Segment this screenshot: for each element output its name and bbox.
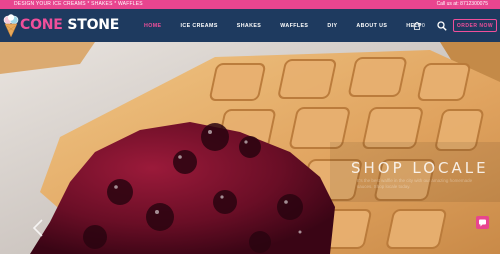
chat-icon: [479, 219, 486, 227]
logo-word-stone: STONE: [62, 17, 120, 33]
nav-item-diy[interactable]: DIY: [327, 23, 337, 29]
chat-button[interactable]: [476, 216, 489, 229]
shopping-bag-icon: [413, 21, 421, 30]
search-icon[interactable]: [437, 20, 447, 31]
hero-title: SHOP LOCALE: [351, 159, 489, 177]
tagline: DESIGN YOUR ICE CREAMS * SHAKES * WAFFLE…: [14, 1, 143, 7]
main-navigation: CONE STONE HOME ICE CREAMS SHAKES WAFFLE…: [0, 9, 500, 42]
order-now-button[interactable]: ORDER NOW: [453, 19, 497, 32]
top-announcement-bar: DESIGN YOUR ICE CREAMS * SHAKES * WAFFLE…: [0, 0, 500, 9]
nav-menu: HOME ICE CREAMS SHAKES WAFFLES DIY ABOUT…: [144, 9, 441, 42]
hero-banner: SHOP LOCALE It's the best waffle in the …: [0, 42, 500, 254]
hero-waffle-image: [0, 42, 500, 254]
phone-number[interactable]: Call us at: 8712300075: [437, 0, 488, 9]
logo-text: CONE STONE: [20, 17, 119, 33]
hero-subtitle: It's the best waffle in the city with ou…: [357, 178, 473, 189]
nav-item-home[interactable]: HOME: [144, 23, 162, 29]
cart-button[interactable]: 0: [413, 21, 425, 30]
ice-cream-cone-icon: [3, 14, 19, 38]
nav-item-shakes[interactable]: SHAKES: [237, 23, 261, 29]
nav-item-waffles[interactable]: WAFFLES: [280, 23, 308, 29]
cart-count: 0: [422, 22, 425, 29]
logo-word-cone: CONE: [20, 17, 63, 33]
slider-prev-arrow-icon[interactable]: [32, 218, 44, 238]
nav-item-about-us[interactable]: ABOUT US: [356, 23, 387, 29]
nav-icons: 0: [413, 9, 447, 42]
nav-item-ice-creams[interactable]: ICE CREAMS: [181, 23, 218, 29]
logo[interactable]: CONE STONE: [3, 12, 133, 39]
